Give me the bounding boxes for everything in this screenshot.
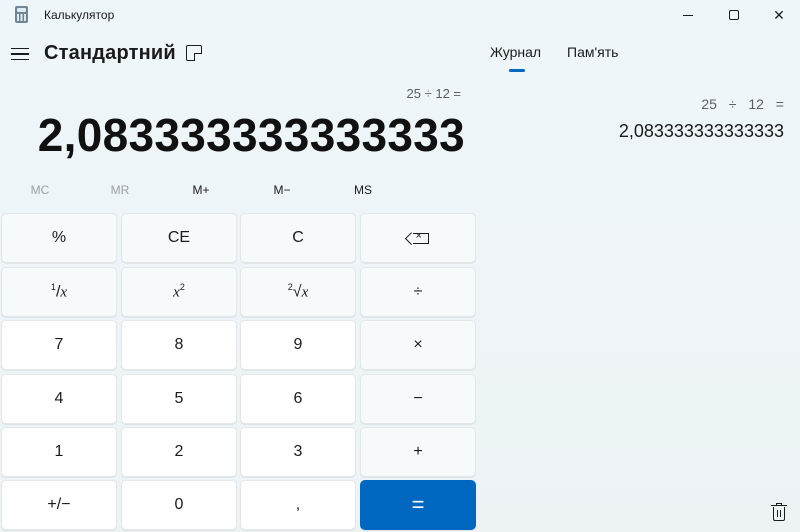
digit-8-button[interactable]: 8 <box>121 320 237 370</box>
close-icon: ✕ <box>773 7 785 23</box>
reciprocal-button[interactable]: 1/x <box>1 267 117 317</box>
divide-button[interactable]: ÷ <box>360 267 476 317</box>
title-bar: Калькулятор ✕ <box>0 0 800 30</box>
memory-clear-button[interactable]: MC <box>0 183 80 197</box>
digit-3-button[interactable]: 3 <box>240 427 356 477</box>
expression-display: 25 ÷ 12 = <box>406 86 461 101</box>
percent-button[interactable]: % <box>1 213 117 263</box>
close-button[interactable]: ✕ <box>756 0 800 30</box>
keep-on-top-icon[interactable] <box>186 45 202 61</box>
tab-memory[interactable]: Пам'ять <box>567 44 618 60</box>
result-display: 2,083333333333333 <box>37 109 465 161</box>
mode-title: Стандартний <box>44 42 176 64</box>
digit-5-button[interactable]: 5 <box>121 374 237 424</box>
plus-button[interactable]: + <box>360 427 476 477</box>
square-root-button[interactable]: 2√x <box>240 267 356 317</box>
tab-history[interactable]: Журнал <box>490 44 541 60</box>
backspace-icon <box>412 230 429 244</box>
digit-7-button[interactable]: 7 <box>1 320 117 370</box>
digit-4-button[interactable]: 4 <box>1 374 117 424</box>
multiply-button[interactable]: × <box>360 320 476 370</box>
history-result: 2,083333333333333 <box>618 121 784 141</box>
digit-0-button[interactable]: 0 <box>121 480 237 530</box>
square-button[interactable]: x2 <box>121 267 237 317</box>
calculator-icon <box>15 6 28 23</box>
backspace-button[interactable] <box>360 213 476 263</box>
equals-button[interactable]: = <box>360 480 476 530</box>
decimal-button[interactable]: , <box>240 480 356 530</box>
active-tab-indicator <box>509 69 525 72</box>
history-expression: 25 ÷ 12 = <box>701 96 784 112</box>
minus-button[interactable]: − <box>360 374 476 424</box>
digit-2-button[interactable]: 2 <box>121 427 237 477</box>
memory-recall-button[interactable]: MR <box>80 183 160 197</box>
memory-row: MC MR M+ M− MS <box>0 183 478 205</box>
trash-icon[interactable] <box>771 503 787 521</box>
clear-button[interactable]: C <box>240 213 356 263</box>
maximize-icon <box>729 10 739 20</box>
minimize-button[interactable] <box>665 0 711 30</box>
memory-store-button[interactable]: MS <box>323 183 403 197</box>
window-title: Калькулятор <box>44 8 115 22</box>
memory-subtract-button[interactable]: M− <box>242 183 322 197</box>
negate-button[interactable]: +/− <box>1 480 117 530</box>
digit-9-button[interactable]: 9 <box>240 320 356 370</box>
hamburger-icon[interactable] <box>11 46 29 62</box>
minimize-icon <box>683 14 693 16</box>
digit-1-button[interactable]: 1 <box>1 427 117 477</box>
clear-entry-button[interactable]: CE <box>121 213 237 263</box>
maximize-button[interactable] <box>711 0 757 30</box>
digit-6-button[interactable]: 6 <box>240 374 356 424</box>
memory-add-button[interactable]: M+ <box>161 183 241 197</box>
